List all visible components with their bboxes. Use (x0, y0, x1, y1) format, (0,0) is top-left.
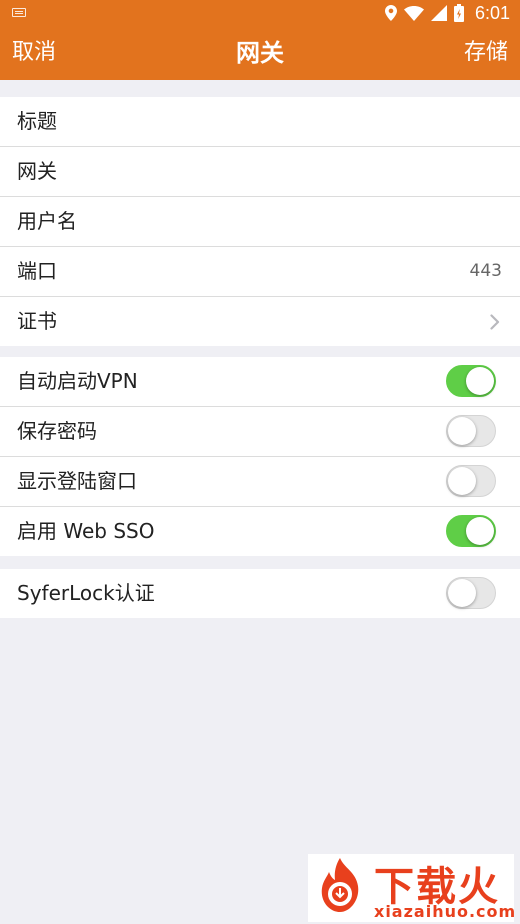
save-password-label: 保存密码 (17, 419, 97, 443)
title-label: 标题 (17, 109, 57, 133)
toggle-knob (448, 579, 476, 607)
gateway-settings-group: 标题 网关 用户名 端口 443 证书 (0, 97, 520, 346)
toggle-knob (448, 467, 476, 495)
cancel-button[interactable]: 取消 (12, 26, 56, 80)
show-login-window-toggle[interactable] (446, 465, 496, 497)
port-row[interactable]: 端口 443 (0, 247, 520, 297)
title-row[interactable]: 标题 (0, 97, 520, 147)
gateway-label: 网关 (17, 159, 57, 183)
username-label: 用户名 (17, 209, 77, 233)
watermark: 下载火 xiazaihuo.com (308, 854, 517, 922)
vpn-options-group: 自动启动VPN 保存密码 显示登陆窗口 启用 Web SSO (0, 357, 520, 556)
port-value: 443 (469, 261, 502, 281)
save-button[interactable]: 存储 (464, 26, 508, 80)
toggle-knob (448, 417, 476, 445)
signal-icon (430, 5, 447, 21)
auth-group: SyferLock认证 (0, 569, 520, 618)
app-bar: 取消 网关 存储 (0, 26, 520, 80)
web-sso-label: 启用 Web SSO (17, 519, 155, 543)
save-password-toggle[interactable] (446, 415, 496, 447)
save-password-row: 保存密码 (0, 407, 520, 457)
wifi-icon (403, 5, 424, 21)
gateway-row[interactable]: 网关 (0, 147, 520, 197)
status-time: 6:01 (474, 2, 510, 23)
auto-start-vpn-label: 自动启动VPN (17, 369, 138, 393)
fire-logo-icon (321, 858, 359, 912)
status-bar: 6:01 (0, 0, 520, 26)
watermark-url: xiazaihuo.com (374, 902, 517, 921)
username-row[interactable]: 用户名 (0, 197, 520, 247)
chevron-right-icon (490, 314, 500, 330)
location-icon (384, 5, 397, 21)
certificate-row[interactable]: 证书 (0, 297, 520, 346)
syferlock-toggle[interactable] (446, 577, 496, 609)
status-icons: 6:01 (384, 0, 510, 26)
toggle-knob (466, 517, 494, 545)
web-sso-toggle[interactable] (446, 515, 496, 547)
battery-icon (453, 4, 464, 22)
show-login-window-label: 显示登陆窗口 (17, 469, 137, 493)
auto-start-vpn-toggle[interactable] (446, 365, 496, 397)
show-login-window-row: 显示登陆窗口 (0, 457, 520, 507)
page-title: 网关 (236, 39, 284, 67)
web-sso-row: 启用 Web SSO (0, 507, 520, 556)
syferlock-label: SyferLock认证 (17, 581, 155, 605)
syferlock-row: SyferLock认证 (0, 569, 520, 618)
toggle-knob (466, 367, 494, 395)
auto-start-vpn-row: 自动启动VPN (0, 357, 520, 407)
port-label: 端口 (17, 259, 57, 283)
certificate-label: 证书 (17, 309, 57, 333)
keyboard-icon (12, 8, 26, 17)
